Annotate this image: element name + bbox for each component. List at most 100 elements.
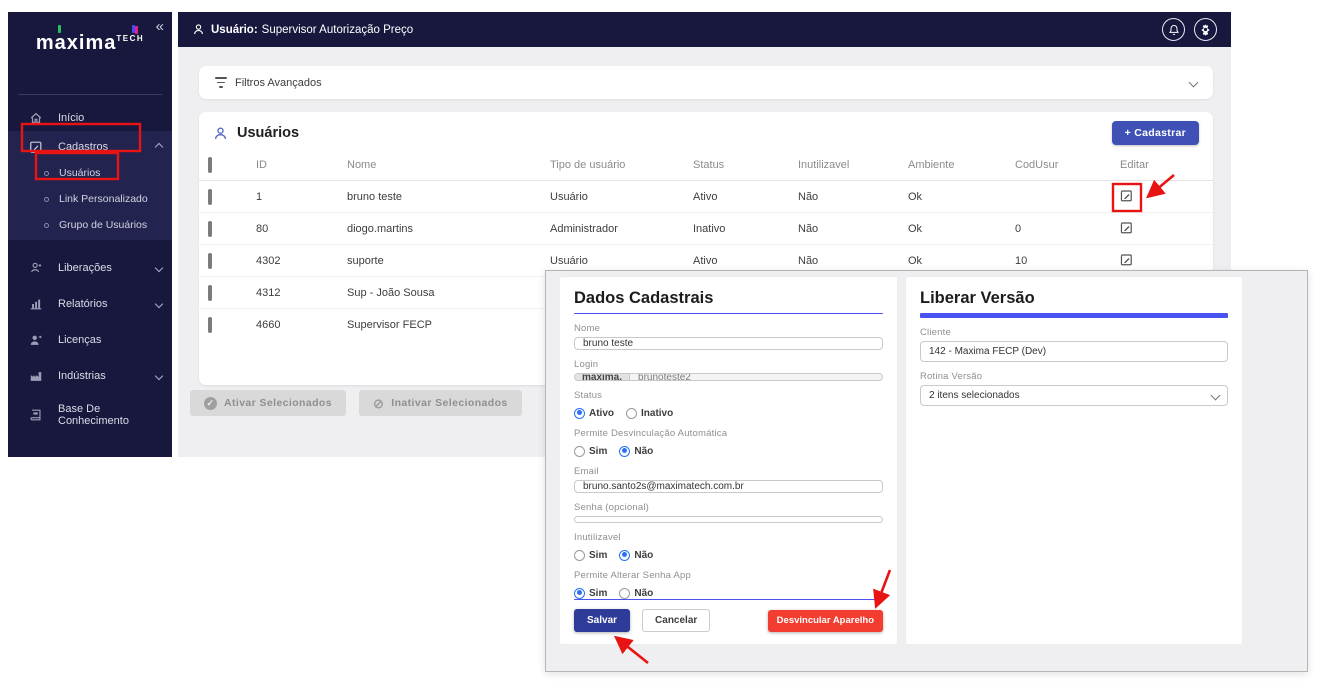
cell-status: Ativo [693, 254, 718, 267]
filter-icon [215, 77, 227, 88]
inutilizavel-sim-radio[interactable]: Sim [574, 549, 607, 561]
inutilizavel-nao-radio[interactable]: Não [619, 549, 653, 561]
cell-inutilizavel: Não [798, 254, 819, 267]
sidebar-item-inicio[interactable]: Início [8, 104, 172, 131]
desvinculacao-nao-radio[interactable]: Não [619, 445, 653, 457]
chevron-up-icon [154, 142, 164, 151]
brand-name: maxima [35, 32, 117, 54]
radio-icon [574, 407, 585, 419]
sidebar-item-cadastros[interactable]: Cadastros [8, 133, 172, 160]
rotina-versao-select[interactable]: 2 itens selecionados [920, 385, 1228, 406]
factory-icon [28, 368, 44, 384]
activate-selected-button[interactable]: ✓ Ativar Selecionados [190, 390, 346, 416]
footer-divider-bar [574, 598, 883, 600]
settings-button[interactable] [1194, 18, 1217, 41]
row-checkbox[interactable] [208, 317, 212, 333]
col-codusur: CodUsur [1015, 158, 1059, 171]
status-label: Status [574, 389, 603, 401]
radio-icon [619, 445, 631, 457]
cell-nome: suporte [347, 254, 384, 267]
unlink-device-button[interactable]: Desvincular Aparelho [767, 609, 883, 632]
col-status: Status [693, 158, 725, 171]
status-inativo-radio[interactable]: Inativo [626, 407, 673, 419]
topbar: Usuário: Supervisor Autorização Preço [178, 12, 1231, 47]
select-all-checkbox[interactable] [208, 156, 212, 173]
person-icon [214, 126, 227, 139]
sidebar-divider [18, 94, 162, 95]
cell-id: 4660 [256, 319, 281, 331]
sidebar-item-licencas[interactable]: Licenças [8, 326, 172, 353]
liberar-versao-title: Liberar Versão [920, 289, 1035, 307]
cell-ambiente: Ok [908, 222, 923, 235]
alterar-senha-sim-radio[interactable]: Sim [574, 587, 607, 599]
login-input[interactable]: maxima. brunoteste2 [574, 373, 883, 381]
bullet-icon [44, 170, 49, 176]
rotina-versao-label: Rotina Versão [920, 371, 983, 382]
sidebar-item-link-personalizado[interactable]: Link Personalizado [8, 186, 172, 212]
row-checkbox[interactable] [208, 284, 212, 301]
person-plus-icon [28, 260, 44, 276]
row-checkbox[interactable] [208, 220, 212, 237]
table-row: 80 diogo.martins Administrador Inativo N… [199, 213, 1213, 245]
inutilizavel-label: Inutilizavel [574, 531, 621, 543]
sidebar-item-base-de-conhecimento[interactable]: Base De Conhecimento [8, 398, 172, 432]
check-circle-icon: ✓ [204, 396, 217, 410]
edit-row-button[interactable] [1120, 189, 1133, 202]
book-icon [28, 407, 44, 423]
chevron-down-icon [154, 299, 164, 308]
edit-pencil-icon [1120, 253, 1132, 265]
bell-icon [1168, 24, 1179, 35]
home-icon [28, 110, 44, 126]
email-label: Email [574, 465, 599, 477]
cancel-button[interactable]: Cancelar [642, 609, 711, 632]
edit-pencil-icon [1120, 221, 1132, 233]
radio-icon [619, 587, 631, 599]
col-tipo: Tipo de usuário [550, 158, 626, 171]
notifications-button[interactable] [1162, 18, 1185, 41]
cell-nome: Supervisor FECP [347, 319, 432, 331]
sidebar-item-grupo-de-usuarios[interactable]: Grupo de Usuários [8, 212, 172, 238]
senha-input[interactable] [574, 515, 883, 523]
cell-inutilizavel: Não [798, 190, 819, 203]
nome-input[interactable]: bruno teste [574, 337, 883, 351]
deactivate-selected-button[interactable]: ⊘ Inativar Selecionados [358, 390, 522, 416]
cell-nome: Sup - João Sousa [347, 286, 435, 299]
edit-pencil-icon [1120, 189, 1132, 201]
chevron-down-icon[interactable] [1188, 77, 1199, 88]
cliente-input[interactable]: 142 - Maxima FECP (Dev) [920, 341, 1228, 362]
cell-id: 4302 [256, 254, 281, 267]
edit-square-icon [28, 139, 44, 155]
row-checkbox[interactable] [208, 252, 212, 269]
logo-pink-tick [135, 26, 139, 35]
edit-row-button[interactable] [1120, 221, 1133, 234]
title-underline-bar [574, 313, 883, 315]
status-ativo-radio[interactable]: Ativo [574, 407, 614, 419]
desvinculacao-sim-radio[interactable]: Sim [574, 445, 607, 457]
cell-codusur: 10 [1015, 254, 1028, 267]
email-input[interactable]: bruno.santo2s@maximatech.com.br [574, 479, 883, 493]
dados-cadastrais-title: Dados Cadastrais [574, 289, 714, 307]
bar-chart-icon [28, 296, 44, 312]
row-checkbox[interactable] [208, 188, 212, 205]
sidebar-item-relatorios[interactable]: Relatórios [8, 290, 172, 317]
cell-inutilizavel: Não [798, 222, 819, 235]
filters-panel[interactable]: Filtros Avançados [199, 66, 1213, 99]
save-button[interactable]: Salvar [574, 609, 631, 632]
col-nome: Nome [347, 158, 377, 171]
sidebar-item-usuarios[interactable]: Usuários [8, 160, 172, 186]
add-user-button[interactable]: + Cadastrar [1111, 121, 1199, 145]
cell-nome: diogo.martins [347, 222, 414, 235]
sidebar-item-industrias[interactable]: Indústrias [8, 362, 172, 389]
col-ambiente: Ambiente [908, 158, 955, 171]
cell-status: Inativo [693, 222, 726, 235]
alterar-senha-label: Permite Alterar Senha App [574, 569, 691, 581]
logo-green-tick [57, 25, 61, 33]
alterar-senha-nao-radio[interactable]: Não [619, 587, 653, 599]
sidebar-item-liberacoes[interactable]: Liberações [8, 254, 172, 281]
brand-suffix: TECH [116, 34, 145, 44]
desvinculacao-label: Permite Desvinculação Automática [574, 427, 728, 439]
cell-ambiente: Ok [908, 190, 923, 203]
table-row: 1 bruno teste Usuário Ativo Não Ok [199, 181, 1213, 213]
sidebar: « maximaTECH Início Cadastros Usuários [8, 12, 172, 457]
edit-row-button[interactable] [1120, 253, 1133, 266]
